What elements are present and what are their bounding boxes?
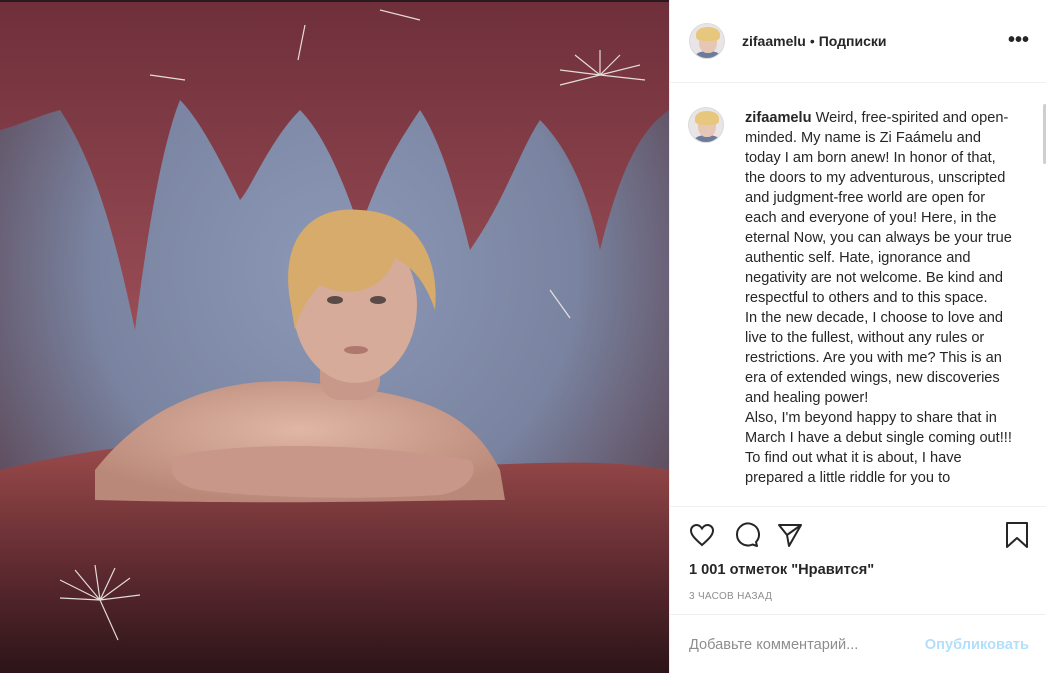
comment-box: Опубликовать	[670, 614, 1046, 673]
username-link[interactable]: zifaamelu	[742, 33, 806, 49]
comment-input[interactable]	[689, 637, 909, 653]
action-bar: 1 001 отметок "Нравится" 3 ЧАСОВ НАЗАД	[670, 506, 1046, 614]
separator-dot: •	[809, 33, 815, 49]
post-image-illustration	[0, 0, 669, 673]
caption: zifaamelu Weird, free-spirited and open-…	[745, 108, 1017, 488]
caption-avatar[interactable]	[688, 107, 724, 143]
caption-area: zifaamelu Weird, free-spirited and open-…	[670, 84, 1046, 506]
post-header: zifaamelu • Подписки •••	[670, 0, 1046, 83]
bookmark-icon[interactable]	[1003, 521, 1031, 549]
post-panel: zifaamelu • Подписки ••• zifaamelu Weird…	[669, 0, 1046, 673]
post-timestamp[interactable]: 3 ЧАСОВ НАЗАД	[689, 591, 772, 602]
caption-username[interactable]: zifaamelu	[745, 110, 812, 126]
share-icon[interactable]	[776, 521, 804, 549]
publish-button[interactable]: Опубликовать	[925, 637, 1029, 653]
likes-count[interactable]: 1 001 отметок "Нравится"	[689, 562, 874, 578]
comment-icon[interactable]	[732, 521, 760, 549]
caption-text: Weird, free-spirited and open-minded. My…	[745, 110, 1012, 486]
heart-icon[interactable]	[688, 521, 716, 549]
avatar[interactable]	[689, 23, 725, 59]
more-options-icon[interactable]: •••	[1008, 30, 1029, 50]
post-photo[interactable]	[0, 0, 669, 673]
following-button[interactable]: Подписки	[819, 33, 887, 49]
